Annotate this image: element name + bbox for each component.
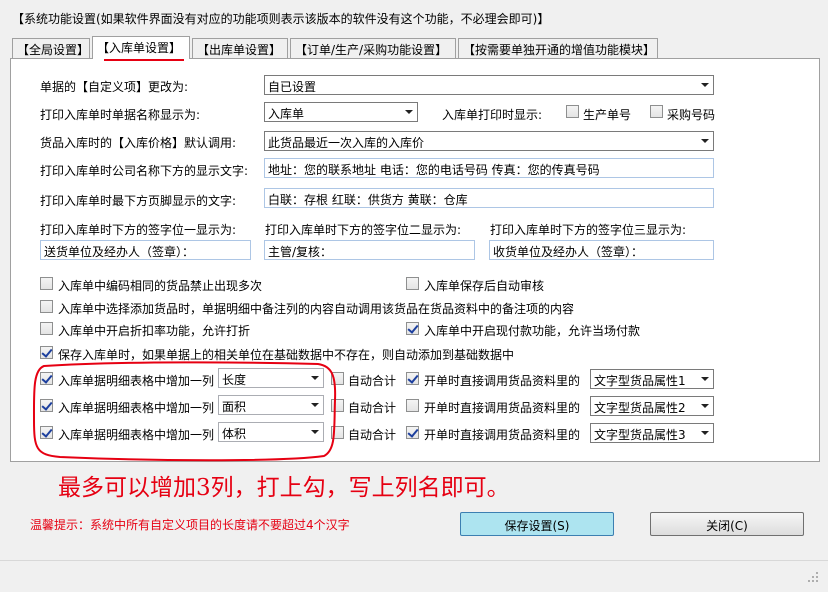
tab-inbound-settings[interactable]: 【入库单设置】 — [92, 36, 190, 59]
status-bar — [0, 560, 828, 592]
resize-grip-icon[interactable] — [806, 570, 820, 584]
footer-hint: 温馨提示：系统中所有自定义项目的长度请不要超过4个汉字 — [30, 518, 350, 532]
tab-underline-annotation — [104, 59, 184, 61]
annotation-loop — [32, 361, 337, 462]
annotation-outline — [32, 361, 337, 462]
save-button[interactable]: 保存设置(S) — [460, 512, 614, 536]
close-button[interactable]: 关闭(C) — [650, 512, 804, 536]
annotation-text: 最多可以增加3列，打上勾，写上列名即可。 — [58, 475, 510, 501]
